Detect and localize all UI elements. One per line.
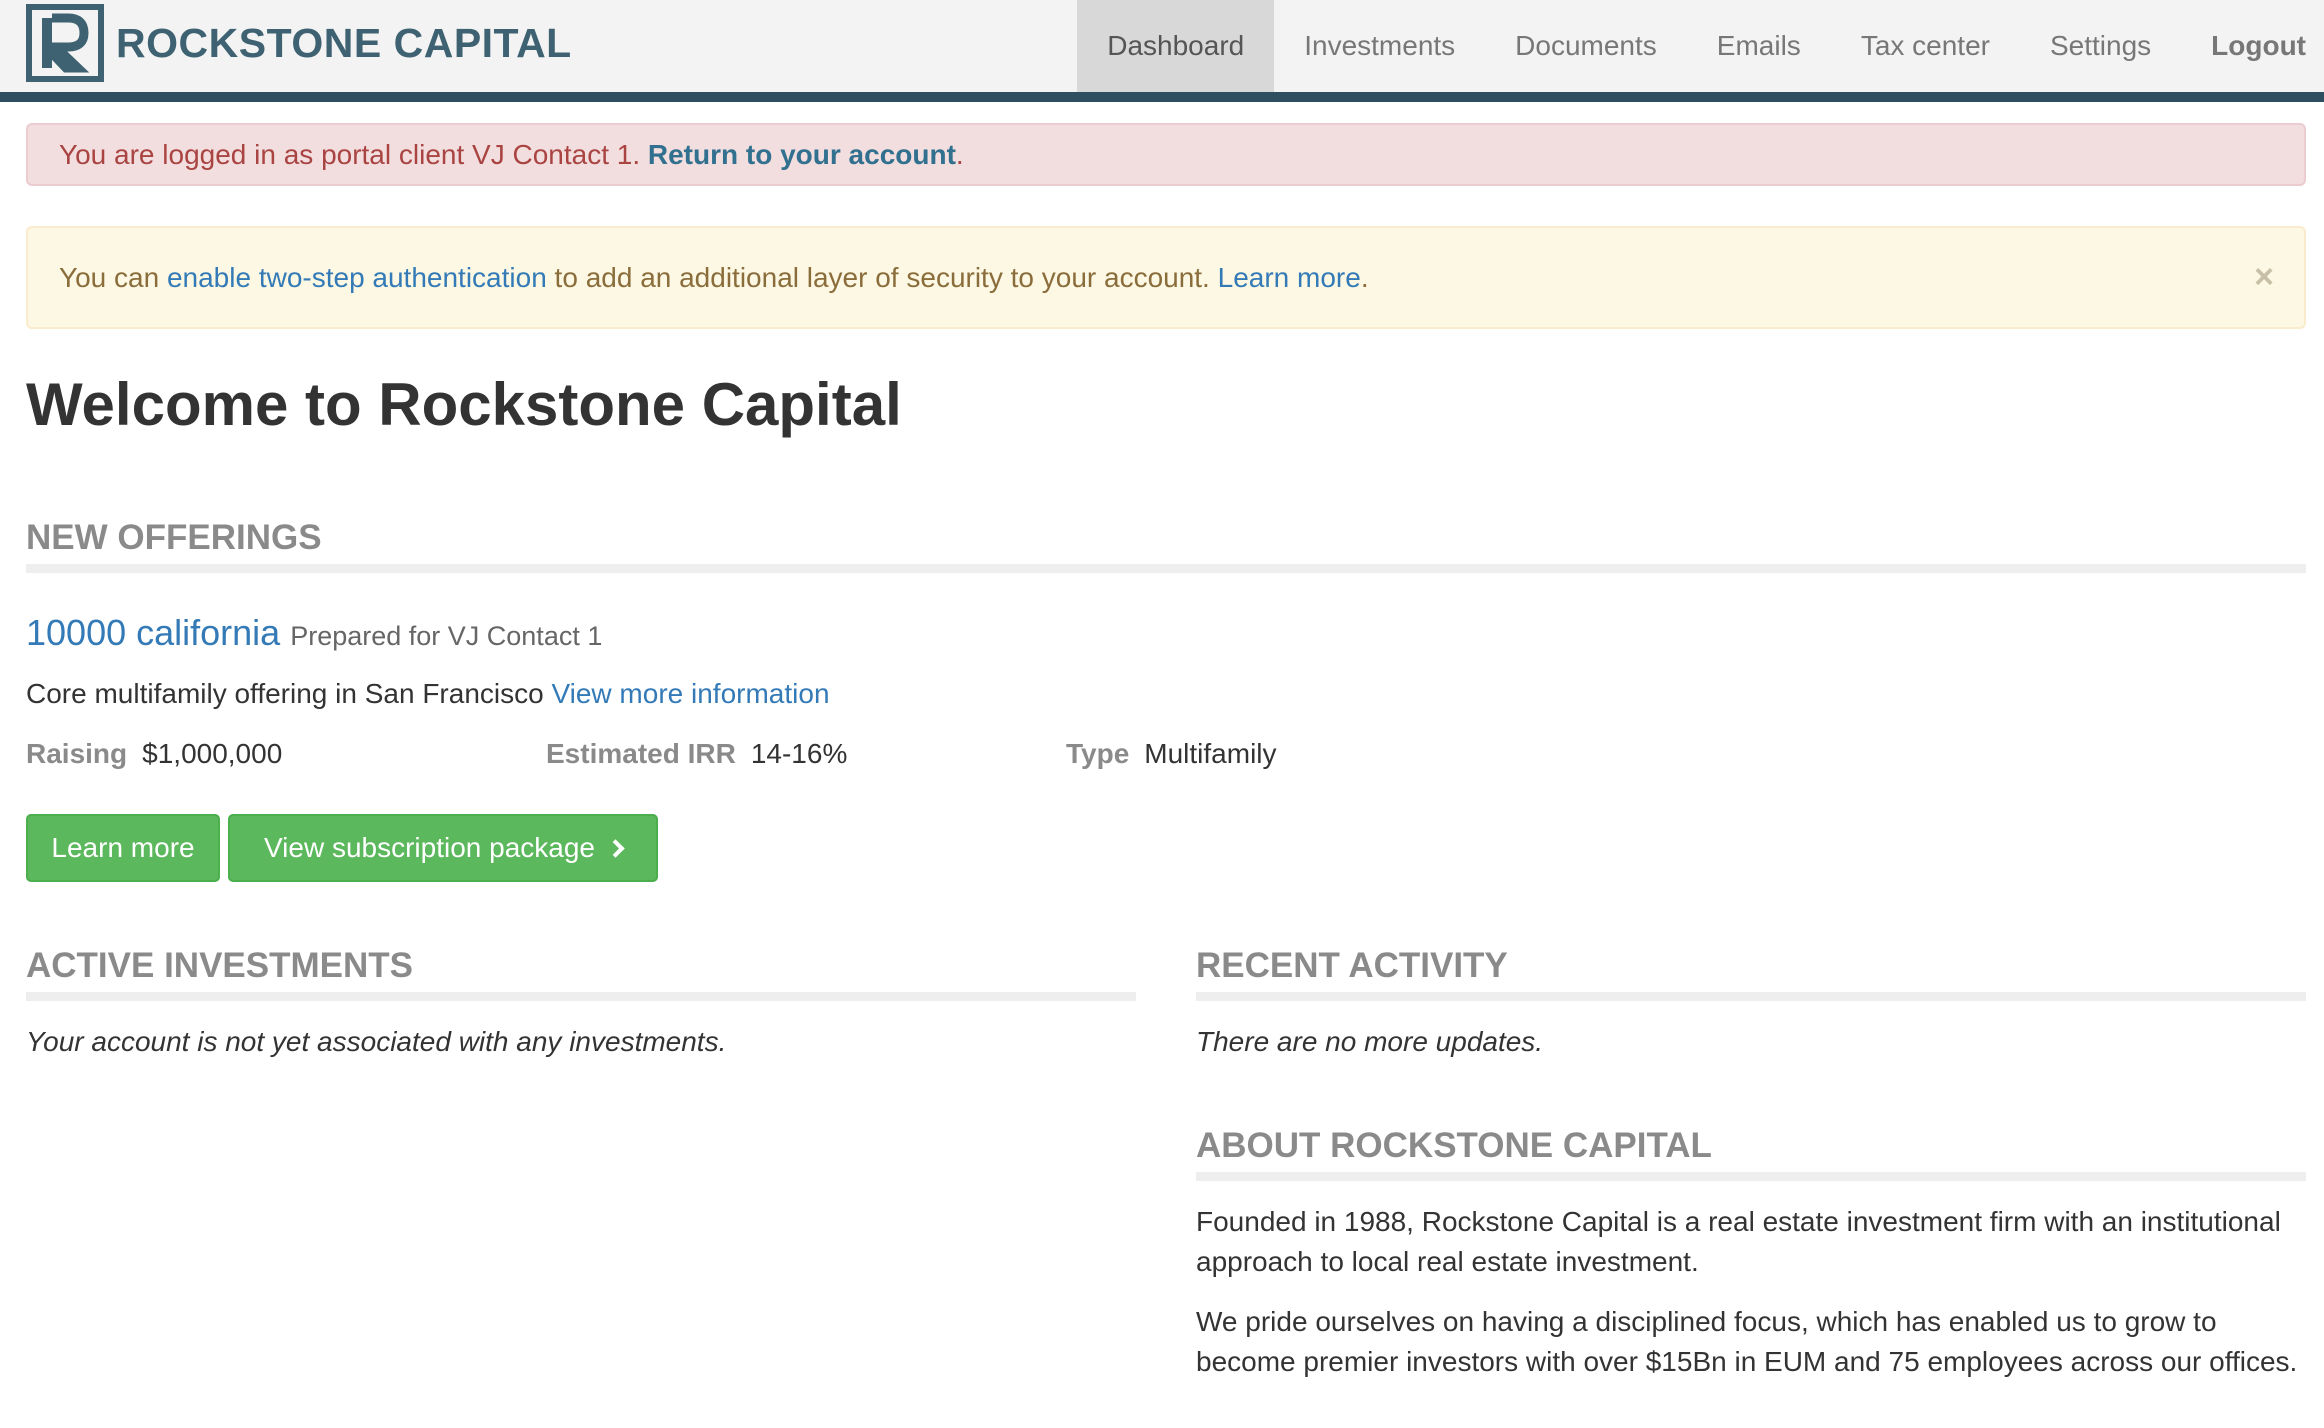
two-step-learn-more-link[interactable]: Learn more (1218, 262, 1361, 293)
navbar-border (0, 92, 2324, 102)
recent-activity-divider (1196, 992, 2306, 1001)
return-to-account-link[interactable]: Return to your account (648, 139, 956, 170)
stat-irr-value: 14-16% (750, 738, 848, 769)
offering-prepared-for: Prepared for VJ Contact 1 (290, 621, 603, 651)
nav-logout[interactable]: Logout (2181, 0, 2324, 92)
learn-more-button[interactable]: Learn more (26, 814, 220, 882)
nav-documents[interactable]: Documents (1485, 0, 1687, 92)
brand-logo-link[interactable]: ROCKSTONE CAPITAL (26, 4, 572, 82)
nav-dashboard[interactable]: Dashboard (1077, 0, 1275, 92)
chevron-right-icon (606, 838, 625, 858)
two-step-prefix: You can (59, 261, 167, 293)
close-icon[interactable]: × (2254, 258, 2274, 297)
subscription-button-label: View subscription package (263, 832, 595, 863)
nav-emails[interactable]: Emails (1687, 0, 1831, 92)
nav-settings[interactable]: Settings (2020, 0, 2181, 92)
main-nav: Dashboard Investments Documents Emails T… (1077, 0, 2324, 92)
page-title: Welcome to Rockstone Capital (26, 371, 902, 438)
recent-activity-empty: There are no more updates. (1196, 1026, 1544, 1057)
about-paragraph: We pride ourselves on having a disciplin… (1196, 1306, 2298, 1377)
brand-name: ROCKSTONE CAPITAL (116, 19, 572, 66)
new-offerings-divider (26, 564, 2306, 573)
learn-more-button-label: Learn more (51, 832, 195, 863)
active-investments-header: ACTIVE INVESTMENTS (26, 946, 413, 985)
two-step-suffix: . (1360, 261, 1369, 293)
stat-raising-value: $1,000,000 (142, 738, 283, 769)
stat-type-label: Type (1066, 738, 1130, 769)
view-more-information-link[interactable]: View more information (551, 678, 829, 709)
stat-raising: Raising $1,000,000 (26, 738, 282, 770)
impersonation-alert: You are logged in as portal client VJ Co… (26, 123, 2306, 186)
stat-estimated-irr: Estimated IRR 14-16% (546, 738, 847, 770)
view-subscription-package-button[interactable]: View subscription package (228, 814, 658, 882)
about-paragraph: Founded in 1988, Rockstone Capital is a … (1196, 1206, 2281, 1277)
stat-raising-label: Raising (26, 738, 128, 769)
two-step-alert: You can enable two-step authentication t… (26, 226, 2306, 329)
active-investments-empty: Your account is not yet associated with … (26, 1026, 727, 1057)
rockstone-logo-icon (26, 4, 104, 82)
enable-two-step-link[interactable]: enable two-step authentication (167, 262, 547, 293)
offering-name-link[interactable]: 10000 california (26, 612, 280, 654)
offering-description: Core multifamily offering in San Francis… (26, 678, 830, 710)
impersonation-suffix: . (955, 138, 964, 170)
stat-type-value: Multifamily (1144, 738, 1277, 769)
offering-description-text: Core multifamily offering in San Francis… (26, 678, 552, 709)
recent-activity-header: RECENT ACTIVITY (1196, 946, 1508, 985)
stat-irr-label: Estimated IRR (546, 738, 736, 769)
offering-title-row: 10000 california Prepared for VJ Contact… (26, 612, 602, 654)
nav-tax-center[interactable]: Tax center (1831, 0, 2020, 92)
two-step-middle: to add an additional layer of security t… (546, 261, 1218, 293)
about-divider (1196, 1172, 2306, 1181)
top-navbar: ROCKSTONE CAPITAL Dashboard Investments … (0, 0, 2324, 92)
stat-type: Type Multifamily (1066, 738, 1277, 770)
nav-investments[interactable]: Investments (1274, 0, 1485, 92)
impersonation-text: You are logged in as portal client VJ Co… (59, 138, 648, 170)
about-header: ABOUT ROCKSTONE CAPITAL (1196, 1126, 1712, 1165)
new-offerings-header: NEW OFFERINGS (26, 518, 322, 557)
active-investments-divider (26, 992, 1136, 1001)
